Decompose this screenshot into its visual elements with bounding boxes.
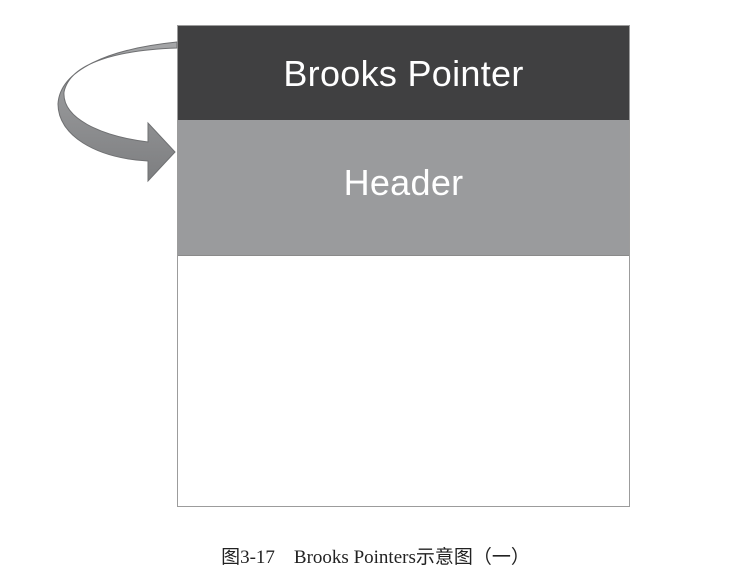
figure-caption: 图3-17 Brooks Pointers示意图（一） [221,547,530,568]
header-row: Header [178,120,629,256]
header-label: Header [343,162,464,203]
arrow-shape [57,41,178,183]
object-body-region [178,256,629,506]
brooks-pointer-label: Brooks Pointer [283,53,524,94]
brooks-pointer-row: Brooks Pointer [178,26,629,120]
brooks-pointer-figure: Brooks Pointer Header 图3-17 Brooks Point… [0,0,751,586]
